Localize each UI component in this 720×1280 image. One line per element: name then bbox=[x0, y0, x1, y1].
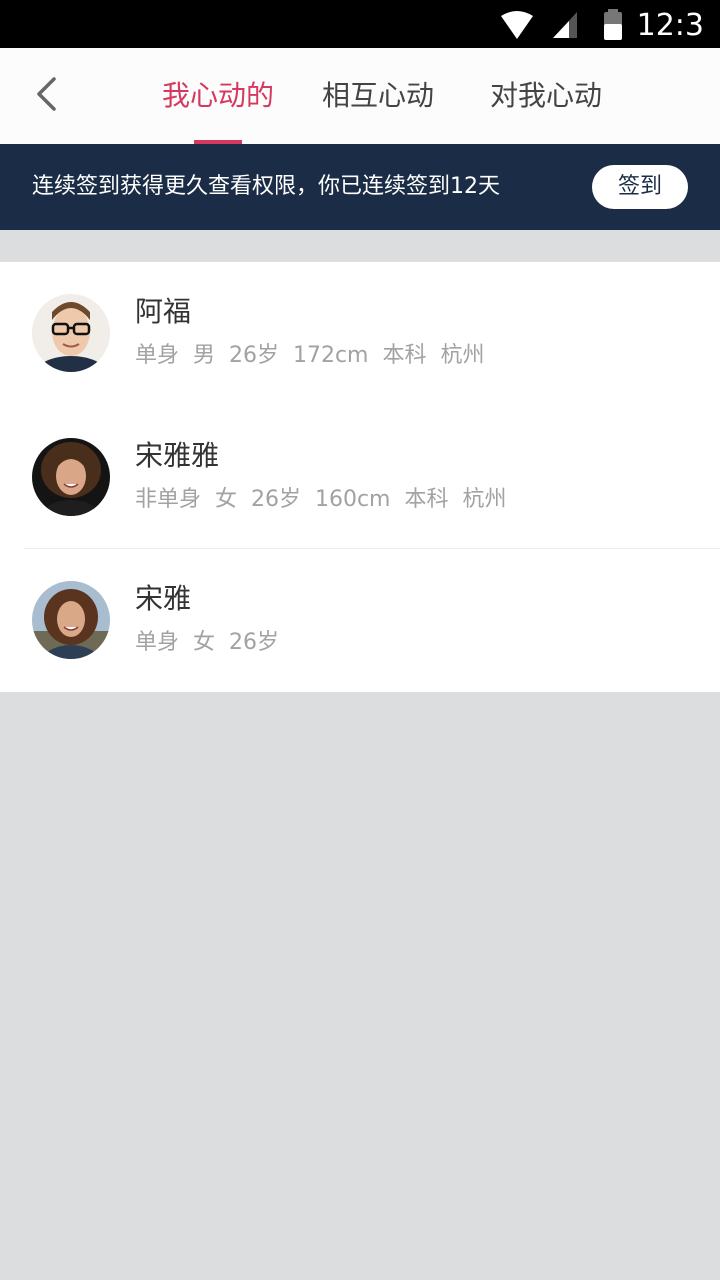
battery-icon bbox=[602, 9, 624, 45]
tab-mutual-likes[interactable]: 相互心动 bbox=[312, 48, 444, 144]
wifi-icon bbox=[500, 10, 534, 44]
user-details: 非单身 女 26岁 160cm 本科 杭州 bbox=[135, 487, 507, 512]
user-name: 阿福 bbox=[135, 295, 192, 328]
user-details: 单身 女 26岁 bbox=[135, 630, 279, 655]
user-list: 阿福 单身 男 26岁 172cm 本科 杭州 宋雅雅 非单身 女 26岁 16… bbox=[0, 262, 720, 692]
user-details: 单身 男 26岁 172cm 本科 杭州 bbox=[135, 343, 485, 368]
avatar bbox=[32, 438, 110, 516]
clock: 12:3 bbox=[636, 8, 704, 43]
tab-likes-me[interactable]: 对我心动 bbox=[480, 48, 612, 144]
signal-icon bbox=[551, 10, 579, 44]
avatar bbox=[32, 294, 110, 372]
list-item[interactable]: 宋雅雅 非单身 女 26岁 160cm 本科 杭州 bbox=[0, 406, 720, 550]
status-bar: 12:3 bbox=[0, 0, 720, 48]
list-item[interactable]: 阿福 单身 男 26岁 172cm 本科 杭州 bbox=[0, 262, 720, 406]
avatar bbox=[32, 581, 110, 659]
back-arrow-icon bbox=[34, 76, 58, 116]
checkin-button[interactable]: 签到 bbox=[592, 165, 688, 209]
tab-my-likes[interactable]: 我心动的 bbox=[152, 48, 284, 144]
list-item[interactable]: 宋雅 单身 女 26岁 bbox=[0, 549, 720, 693]
back-button[interactable] bbox=[22, 72, 70, 120]
user-name: 宋雅雅 bbox=[135, 439, 220, 472]
top-navigation: 我心动的 相互心动 对我心动 bbox=[0, 48, 720, 144]
checkin-message: 连续签到获得更久查看权限，你已连续签到12天 bbox=[32, 174, 500, 199]
user-name: 宋雅 bbox=[135, 582, 192, 615]
